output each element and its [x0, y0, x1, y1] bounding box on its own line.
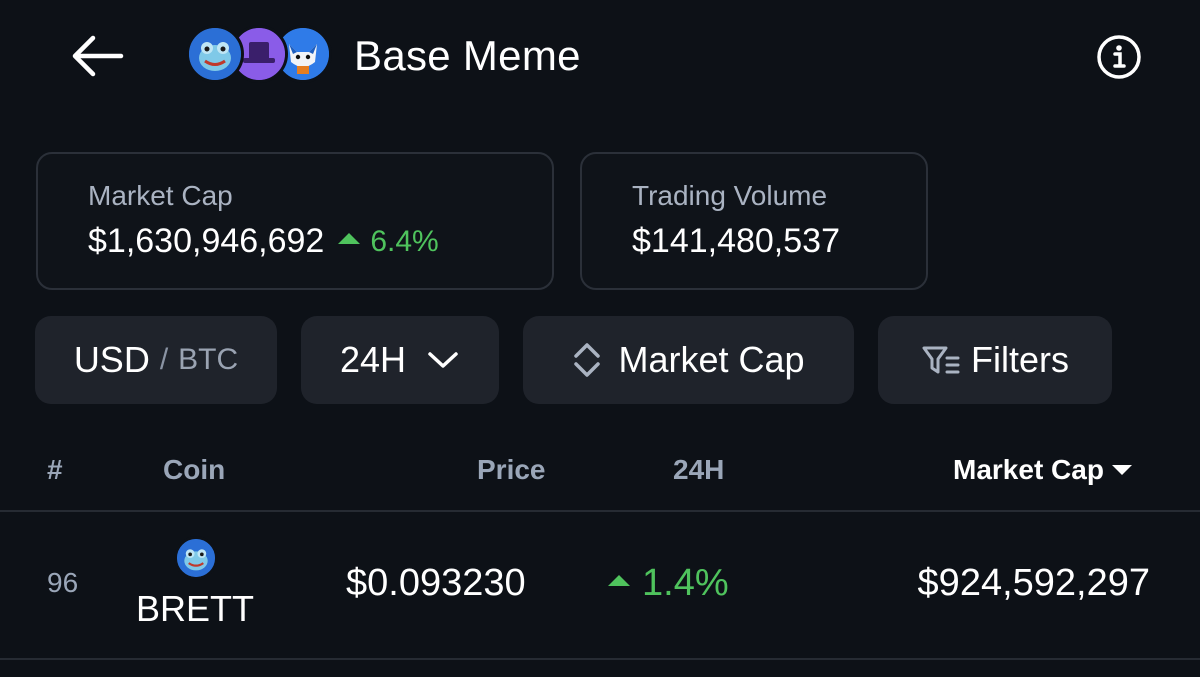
page-title: Base Meme: [354, 32, 581, 79]
row-market-cap: $924,592,297: [917, 562, 1150, 604]
row-rank: 96: [47, 567, 79, 598]
column-header-price[interactable]: Price: [477, 450, 546, 490]
sort-button[interactable]: Market Cap: [523, 316, 854, 404]
column-header-market-cap[interactable]: Market Cap: [953, 450, 1132, 490]
trading-volume-value: $141,480,537: [632, 222, 840, 260]
info-icon: [1097, 35, 1141, 79]
divider: [0, 658, 1200, 660]
filters-label: Filters: [971, 339, 1069, 380]
currency-primary: USD: [73, 339, 150, 380]
market-cap-value-row: $1,630,946,692 6.4%: [88, 222, 439, 261]
column-header-coin: Coin: [163, 454, 226, 485]
brett-coin-icon: [174, 536, 218, 580]
info-button[interactable]: [1090, 28, 1148, 86]
period-dropdown[interactable]: 24H: [301, 316, 499, 404]
trading-volume-card: Trading Volume $141,480,537: [580, 152, 928, 290]
brett-avatar: [186, 25, 244, 83]
up-triangle-icon: [608, 575, 630, 586]
sort-label: Market Cap: [618, 339, 805, 380]
period-label: 24H: [339, 339, 407, 380]
sort-desc-icon: [1111, 465, 1132, 475]
table-row[interactable]: 96 BRETT $0.093230 1.4% $924,592,297: [0, 512, 1200, 658]
column-header-market-cap-label: Market Cap: [953, 454, 1104, 485]
row-change: 1.4%: [608, 562, 729, 605]
currency-secondary: BTC: [178, 343, 239, 376]
market-cap-value: $1,630,946,692: [88, 222, 325, 260]
filter-icon: [922, 346, 960, 374]
column-header-24h[interactable]: 24H: [673, 450, 724, 490]
chevron-down-icon: [428, 352, 458, 368]
coin-symbol: BRETT: [136, 588, 255, 629]
currency-separator: /: [159, 343, 169, 376]
up-triangle-icon: [338, 233, 361, 244]
row-price: $0.093230: [346, 562, 526, 604]
row-change-value: 1.4%: [642, 562, 729, 604]
market-cap-label: Market Cap: [88, 180, 233, 211]
back-button[interactable]: [60, 24, 136, 88]
market-cap-change: 6.4%: [370, 224, 439, 258]
arrow-left-icon: [72, 35, 124, 77]
category-avatars: [186, 25, 336, 85]
currency-toggle-button[interactable]: USD / BTC: [35, 316, 277, 404]
sort-icon: [574, 343, 601, 377]
filters-button[interactable]: Filters: [878, 316, 1112, 404]
trading-volume-label: Trading Volume: [632, 180, 828, 211]
column-header-rank: #: [47, 454, 63, 485]
market-cap-card: Market Cap $1,630,946,692 6.4%: [36, 152, 554, 290]
